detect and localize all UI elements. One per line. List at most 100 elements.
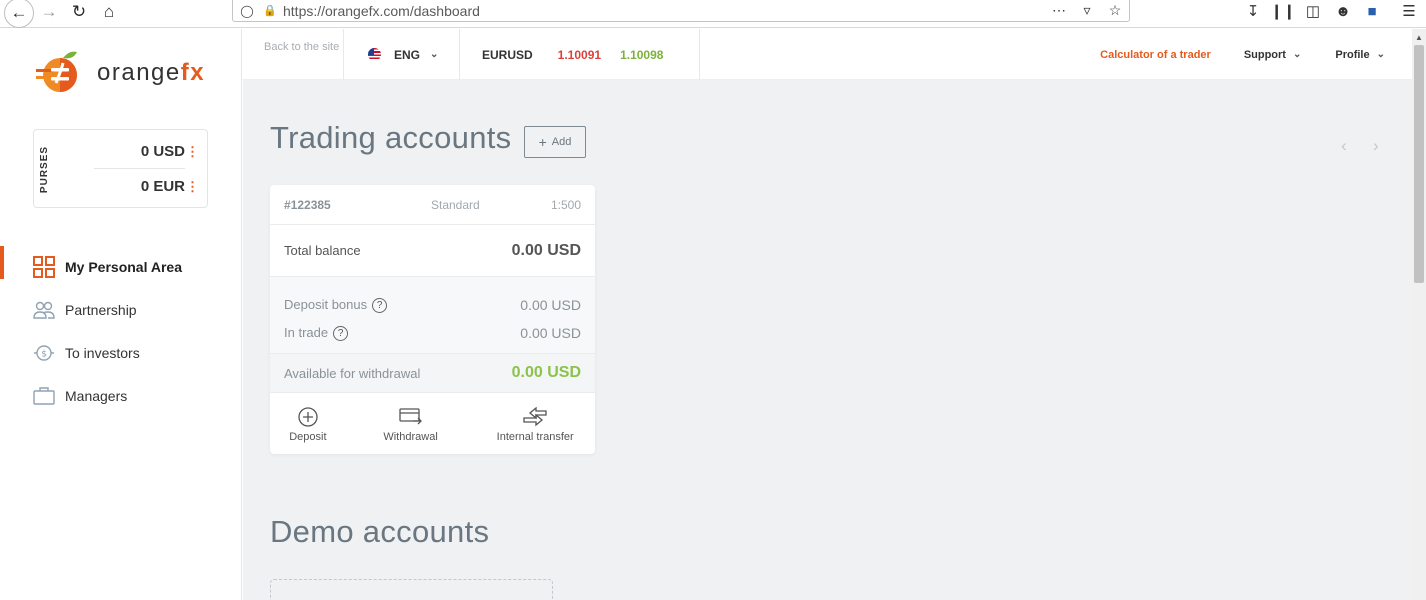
calculator-link[interactable]: Calculator of a trader — [1100, 49, 1211, 61]
plus-circle-icon — [298, 407, 318, 427]
in-trade-row: In trade? 0.00 USD — [284, 319, 581, 347]
total-balance-value: 0.00 USD — [511, 241, 581, 259]
balance-details: Deposit bonus? 0.00 USD In trade? 0.00 U… — [270, 277, 595, 353]
shield-icon[interactable]: ◯ — [233, 4, 261, 18]
chevron-down-icon: ⌄ — [1376, 49, 1385, 60]
available-row: Available for withdrawal 0.00 USD — [270, 353, 595, 393]
help-icon[interactable]: ? — [333, 326, 349, 342]
more-actions-icon[interactable]: ⋯ — [1045, 2, 1073, 19]
library-icon[interactable]: ❙❙ — [1270, 0, 1296, 22]
home-icon[interactable]: ⌂ — [96, 0, 122, 24]
deposit-label: Deposit — [289, 431, 327, 443]
deposit-bonus-label: Deposit bonus — [284, 296, 368, 312]
bookmark-star-icon[interactable]: ☆ — [1101, 2, 1129, 19]
withdrawal-label: Withdrawal — [383, 431, 438, 443]
deposit-bonus-row: Deposit bonus? 0.00 USD — [284, 291, 581, 319]
sidebar-item-personal-area[interactable]: My Personal Area — [0, 245, 242, 288]
sidebar-item-label: Managers — [65, 387, 128, 404]
support-menu[interactable]: Support ⌄ — [1244, 49, 1302, 61]
scroll-up-icon[interactable]: ▲ — [1412, 29, 1426, 45]
back-to-site-link[interactable]: Back to the site — [243, 29, 344, 80]
scroll-thumb[interactable] — [1414, 45, 1424, 283]
language-selector[interactable]: ENG ⌄ — [344, 29, 460, 80]
account-icon[interactable]: ☻ — [1330, 0, 1356, 22]
lock-icon[interactable]: 🔒 — [261, 4, 279, 17]
profile-label: Profile — [1335, 48, 1370, 61]
quote-bid: 1.10091 — [557, 47, 602, 62]
logo-text: orangefx — [97, 59, 206, 86]
available-label: Available for withdrawal — [284, 365, 421, 381]
orange-logo-icon — [33, 50, 85, 96]
quote-symbol: EURUSD — [482, 47, 533, 62]
purses-panel: PURSES 0 USD 0 EUR ⋮ ⋮ — [33, 129, 208, 208]
transfer-label: Internal transfer — [496, 431, 574, 443]
sidebar-item-label: To investors — [65, 344, 140, 361]
trading-account-card: #122385 Standard 1:500 Total balance 0.0… — [270, 185, 595, 454]
reload-icon[interactable]: ↻ — [66, 0, 92, 24]
trading-accounts-title: Trading accounts — [270, 120, 512, 155]
sidebar: orangefx PURSES 0 USD 0 EUR ⋮ ⋮ My Perso… — [0, 29, 242, 600]
next-page-icon[interactable]: › — [1373, 136, 1379, 156]
extension-icon[interactable]: ■ — [1359, 0, 1385, 22]
sidebar-menu: My Personal Area Partnership $ To invest… — [0, 245, 242, 417]
download-icon[interactable]: ↧ — [1240, 0, 1266, 22]
pocket-icon[interactable]: ▿ — [1073, 2, 1101, 19]
back-arrow-icon[interactable]: ← — [4, 0, 34, 28]
transfer-arrows-icon — [522, 407, 548, 427]
sidebar-item-investors[interactable]: $ To investors — [0, 331, 242, 374]
demo-accounts-title: Demo accounts — [270, 514, 490, 549]
quote-ticker: EURUSD 1.10091 1.10098 — [460, 29, 700, 80]
sidebar-toggle-icon[interactable]: ◫ — [1300, 0, 1326, 22]
total-balance-label: Total balance — [284, 243, 361, 258]
plus-icon: + — [538, 134, 547, 150]
purse-eur-amount: 0 EUR — [140, 178, 185, 195]
total-balance-row: Total balance 0.00 USD — [270, 225, 595, 277]
purse-eur-menu-icon[interactable]: ⋮ — [186, 180, 199, 193]
add-label: Add — [551, 136, 572, 148]
top-app-bar: Back to the site ENG ⌄ EURUSD 1.10091 1.… — [243, 29, 1412, 80]
us-flag-icon — [368, 48, 381, 61]
grid-icon — [33, 255, 55, 278]
investor-icon: $ — [33, 343, 55, 363]
sidebar-item-label: My Personal Area — [65, 258, 182, 275]
account-type: Standard — [431, 197, 480, 212]
purse-usd-menu-icon[interactable]: ⋮ — [186, 145, 199, 158]
card-withdraw-icon — [398, 407, 423, 427]
account-id: #122385 — [284, 197, 331, 212]
in-trade-value: 0.00 USD — [520, 325, 581, 341]
purses-label: PURSES — [39, 145, 51, 194]
svg-text:$: $ — [41, 349, 47, 359]
account-header: #122385 Standard 1:500 — [270, 185, 595, 225]
sidebar-item-managers[interactable]: Managers — [0, 374, 242, 417]
forward-arrow-icon[interactable]: → — [36, 0, 62, 24]
withdrawal-button[interactable]: Withdrawal — [346, 407, 476, 443]
profile-menu[interactable]: Profile ⌄ — [1335, 49, 1385, 61]
hamburger-menu-icon[interactable]: ☰ — [1396, 0, 1422, 22]
briefcase-icon — [33, 386, 55, 406]
internal-transfer-button[interactable]: Internal transfer — [475, 407, 595, 443]
people-icon — [33, 300, 55, 320]
prev-page-icon[interactable]: ‹ — [1341, 136, 1347, 156]
main-content: Trading accounts + Add ‹ › #122385 Stand… — [243, 80, 1412, 600]
purse-divider — [94, 168, 185, 169]
top-links: Calculator of a trader Support ⌄ Profile… — [1100, 29, 1385, 80]
deposit-bonus-value: 0.00 USD — [520, 297, 581, 313]
available-value: 0.00 USD — [511, 364, 581, 381]
page-scrollbar[interactable]: ▲ — [1412, 29, 1426, 600]
in-trade-label: In trade — [284, 324, 329, 340]
logo[interactable]: orangefx — [33, 50, 205, 96]
language-label: ENG — [394, 47, 421, 62]
chevron-down-icon: ⌄ — [430, 49, 439, 60]
sidebar-item-label: Partnership — [65, 301, 137, 318]
add-account-button[interactable]: + Add — [524, 126, 586, 158]
deposit-button[interactable]: Deposit — [270, 407, 346, 443]
add-demo-account-placeholder[interactable] — [270, 579, 553, 600]
url-text[interactable]: https://orangefx.com/dashboard — [283, 3, 1045, 19]
sidebar-item-partnership[interactable]: Partnership — [0, 288, 242, 331]
url-bar[interactable]: ◯ 🔒 https://orangefx.com/dashboard ⋯ ▿ ☆ — [232, 0, 1130, 22]
account-leverage: 1:500 — [550, 197, 581, 212]
help-icon[interactable]: ? — [372, 298, 388, 314]
browser-toolbar: ← → ↻ ⌂ ◯ 🔒 https://orangefx.com/dashboa… — [0, 0, 1426, 28]
quote-ask: 1.10098 — [620, 47, 664, 62]
purse-usd-amount: 0 USD — [140, 143, 185, 160]
